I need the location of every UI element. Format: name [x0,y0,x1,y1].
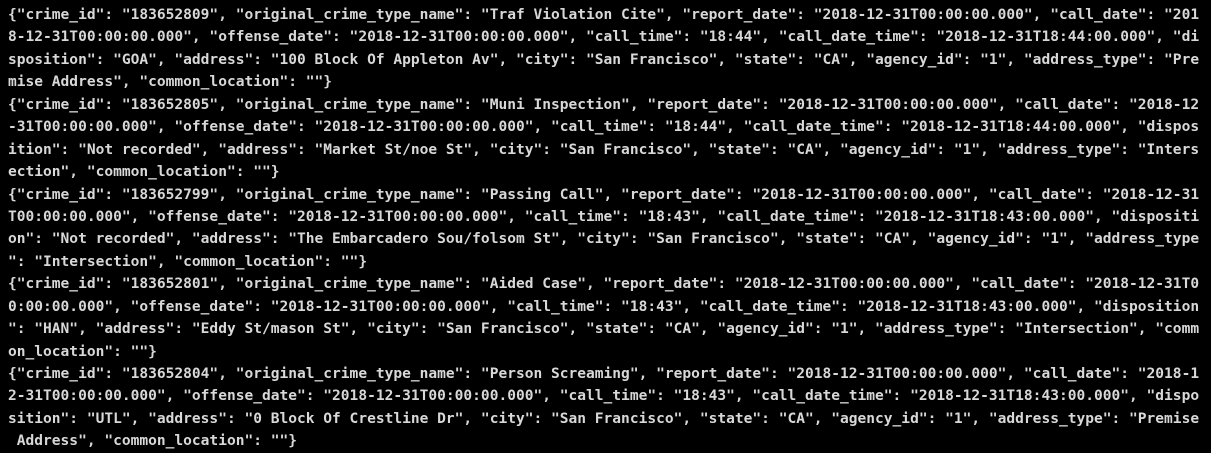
output-line: {"crime_id": "183652799", "original_crim… [8,185,1200,203]
terminal-window[interactable]: {"crime_id": "183652809", "original_crim… [0,0,1211,449]
output-line: on": "Not recorded", "address": "The Emb… [8,230,1200,248]
output-line: mise Address", "common_location": ""} [8,73,333,91]
output-line: T00:00:00.000", "offense_date": "2018-12… [8,207,1200,225]
output-line: -31T00:00:00.000", "offense_date": "2018… [8,118,1200,136]
output-line: sposition": "GOA", "address": "100 Block… [8,50,1200,68]
output-line: 8-12-31T00:00:00.000", "offense_date": "… [8,28,1200,46]
terminal-output: {"crime_id": "183652809", "original_crim… [8,4,1205,453]
output-line: Address", "common_location": ""} [8,432,298,450]
output-line: ": "HAN", "address": "Eddy St/mason St",… [8,320,1200,338]
output-line: ": "Intersection", "common_location": ""… [8,252,368,270]
output-line: sition": "UTL", "address": "0 Block Of C… [8,409,1200,427]
output-line: 2-31T00:00:00.000", "offense_date": "201… [8,387,1200,405]
output-line: {"crime_id": "183652804", "original_crim… [8,365,1200,382]
output-line: on_location": ""} [8,342,157,360]
output-line: ection", "common_location": ""} [8,163,280,181]
output-line: {"crime_id": "183652801", "original_crim… [8,275,1200,293]
output-line: ition": "Not recorded", "address": "Mark… [8,140,1200,158]
output-line: {"crime_id": "183652809", "original_crim… [8,6,1200,23]
output-line: 0:00:00.000", "offense_date": "2018-12-3… [8,297,1200,315]
output-line: {"crime_id": "183652805", "original_crim… [8,95,1200,113]
